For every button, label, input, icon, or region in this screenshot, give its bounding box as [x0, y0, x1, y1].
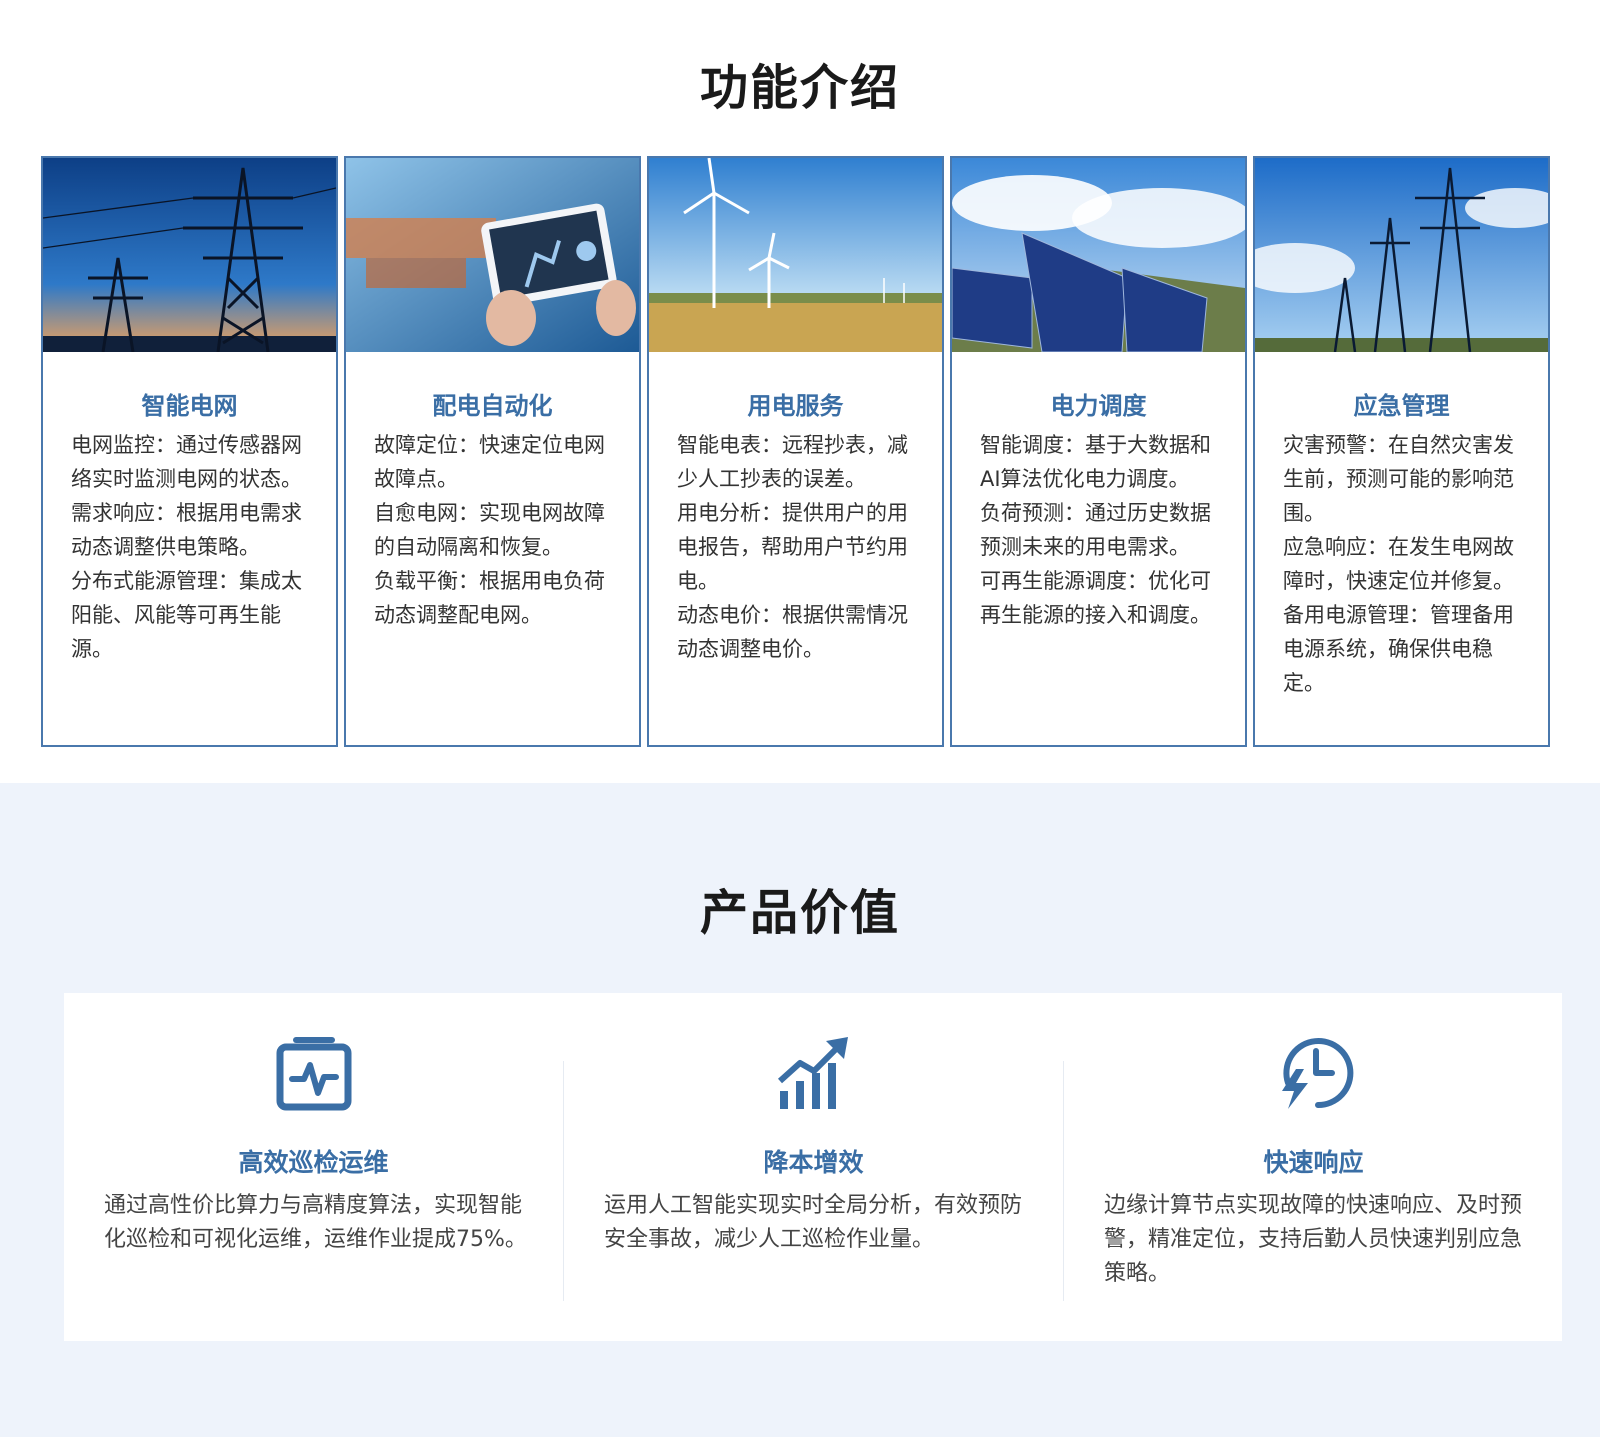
card-line: 电网监控：通过传感器网络实时监测电网的状态。 — [71, 433, 302, 491]
card-title: 电力调度 — [1050, 392, 1147, 420]
value-title: 快速响应 — [1263, 1148, 1364, 1177]
card-line: 需求响应：根据用电需求动态调整供电策略。 — [71, 501, 302, 559]
card-title: 用电服务 — [747, 392, 844, 420]
features-title: 功能介绍 — [699, 60, 900, 116]
clock-lightning-icon — [1281, 1038, 1353, 1109]
wind-turbines-image — [649, 158, 942, 352]
card-body: 智能电表：远程抄表，减少人工抄表的误差。 用电分析：提供用户的用电报告，帮助用户… — [677, 428, 927, 666]
card-line: 故障定位：快速定位电网故障点。 — [374, 433, 605, 491]
card-body: 电网监控：通过传感器网络实时监测电网的状态。 需求响应：根据用电需求动态调整供电… — [71, 428, 321, 666]
card-image-power-towers — [1255, 158, 1548, 352]
values-title: 产品价值 — [699, 885, 900, 941]
transmission-tower-image — [43, 158, 336, 352]
card-body: 智能调度：基于大数据和AI算法优化电力调度。 负荷预测：通过历史数据预测未来的用… — [980, 428, 1230, 632]
card-line: 自愈电网：实现电网故障的自动隔离和恢复。 — [374, 501, 605, 559]
card-line: 分布式能源管理：集成太阳能、风能等可再生能源。 — [71, 569, 302, 661]
card-title: 应急管理 — [1353, 392, 1450, 420]
feature-card-smart-grid[interactable]: 智能电网 电网监控：通过传感器网络实时监测电网的状态。 需求响应：根据用电需求动… — [41, 156, 338, 747]
card-line: 应急响应：在发生电网故障时，快速定位并修复。 — [1283, 535, 1514, 593]
value-title: 降本增效 — [763, 1148, 864, 1177]
feature-card-power-dispatch[interactable]: 电力调度 智能调度：基于大数据和AI算法优化电力调度。 负荷预测：通过历史数据预… — [950, 156, 1247, 747]
value-title: 高效巡检运维 — [238, 1148, 389, 1177]
card-line: 备用电源管理：管理备用电源系统，确保供电稳定。 — [1283, 603, 1514, 695]
card-image-wind-turbines — [649, 158, 942, 352]
monitor-pulse-icon — [276, 1037, 351, 1111]
features-section: 功能介绍 智能电网 电网监控：通过传感器网络实时监测电网的状态。 需求响应：根据… — [0, 0, 1600, 783]
value-text: 运用人工智能实现实时全局分析，有效预防安全事故，减少人工巡检作业量。 — [604, 1193, 1023, 1252]
tablet-robot-image — [346, 158, 639, 352]
card-title: 配电自动化 — [432, 392, 553, 420]
value-item-fast-response: 快速响应 边缘计算节点实现故障的快速响应、及时预警，精准定位，支持后勤人员快速判… — [1064, 993, 1563, 1341]
card-line: 灾害预警：在自然灾害发生前，预测可能的影响范围。 — [1283, 433, 1514, 525]
feature-card-distribution-automation[interactable]: 配电自动化 故障定位：快速定位电网故障点。 自愈电网：实现电网故障的自动隔离和恢… — [344, 156, 641, 747]
feature-cards: 智能电网 电网监控：通过传感器网络实时监测电网的状态。 需求响应：根据用电需求动… — [41, 156, 1575, 747]
growth-chart-icon — [777, 1037, 848, 1109]
card-image-transmission-tower — [43, 158, 336, 352]
card-body: 故障定位：快速定位电网故障点。 自愈电网：实现电网故障的自动隔离和恢复。 负载平… — [374, 428, 624, 632]
values-section: 产品价值 高效巡检运维 通过高性价比算力与高精度算法，实现智能化巡检和可视化运维… — [0, 783, 1600, 1437]
card-body: 灾害预警：在自然灾害发生前，预测可能的影响范围。 应急响应：在发生电网故障时，快… — [1283, 428, 1533, 700]
card-line: 用电分析：提供用户的用电报告，帮助用户节约用电。 — [677, 501, 908, 593]
card-line: 负载平衡：根据用电负荷动态调整配电网。 — [374, 569, 605, 627]
card-line: 可再生能源调度：优化可再生能源的接入和调度。 — [980, 569, 1211, 627]
power-towers-image — [1255, 158, 1548, 352]
solar-panels-image — [952, 158, 1245, 352]
value-item-cost-reduction: 降本增效 运用人工智能实现实时全局分析，有效预防安全事故，减少人工巡检作业量。 — [564, 993, 1063, 1341]
value-item-efficient-inspection: 高效巡检运维 通过高性价比算力与高精度算法，实现智能化巡检和可视化运维，运维作业… — [64, 993, 563, 1341]
feature-card-power-service[interactable]: 用电服务 智能电表：远程抄表，减少人工抄表的误差。 用电分析：提供用户的用电报告… — [647, 156, 944, 747]
value-text: 通过高性价比算力与高精度算法，实现智能化巡检和可视化运维，运维作业提成75%。 — [104, 1193, 527, 1252]
card-line: 负荷预测：通过历史数据预测未来的用电需求。 — [980, 501, 1211, 559]
card-image-solar-panels — [952, 158, 1245, 352]
values-panel: 高效巡检运维 通过高性价比算力与高精度算法，实现智能化巡检和可视化运维，运维作业… — [64, 993, 1562, 1341]
value-text: 边缘计算节点实现故障的快速响应、及时预警，精准定位，支持后勤人员快速判别应急策略… — [1104, 1193, 1523, 1286]
card-line: 智能电表：远程抄表，减少人工抄表的误差。 — [677, 433, 908, 491]
card-line: 智能调度：基于大数据和AI算法优化电力调度。 — [980, 433, 1211, 491]
card-title: 智能电网 — [141, 392, 238, 420]
feature-card-emergency-management[interactable]: 应急管理 灾害预警：在自然灾害发生前，预测可能的影响范围。 应急响应：在发生电网… — [1253, 156, 1550, 747]
card-line: 动态电价：根据供需情况动态调整电价。 — [677, 603, 908, 661]
card-image-tablet-robot — [346, 158, 639, 352]
